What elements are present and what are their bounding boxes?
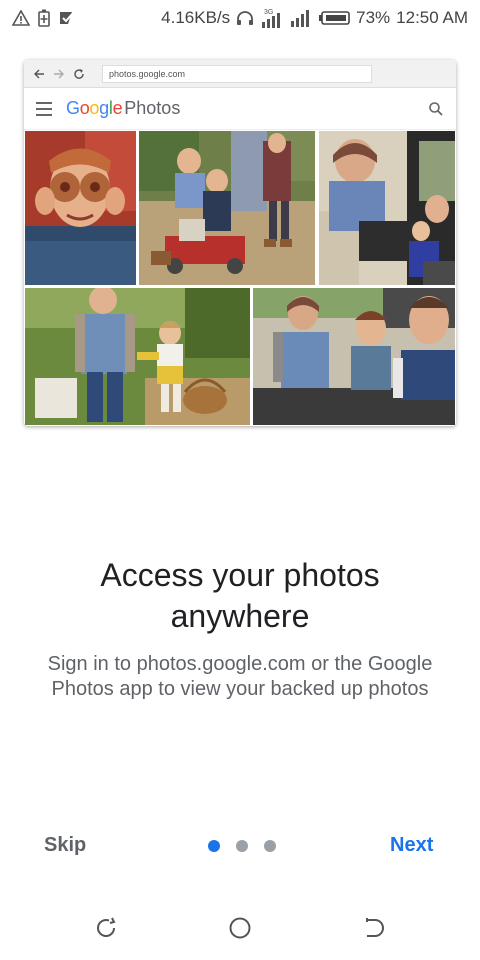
photo-boy-with-donuts — [25, 131, 136, 285]
warning-icon — [12, 10, 30, 26]
page-dot-2 — [236, 840, 248, 852]
google-letter: o — [79, 98, 90, 118]
photo-family-with-wagon — [139, 131, 315, 285]
next-button[interactable]: Next — [390, 834, 433, 857]
google-photos-logo: Google Photos — [66, 98, 180, 119]
status-bar: 4.16KB/s 3G 73% 12:50 AM — [0, 0, 480, 36]
hamburger-menu-icon — [36, 101, 52, 116]
url-bar: photos.google.com — [102, 64, 372, 83]
onboarding-subtitle: Sign in to photos.google.com or the Goog… — [47, 653, 433, 700]
home-icon[interactable] — [226, 914, 254, 942]
signal-3g-icon: 3G — [260, 7, 284, 29]
google-letter: g — [99, 98, 109, 118]
signal-icon — [290, 9, 312, 27]
back-icon[interactable] — [93, 914, 121, 942]
google-letter: G — [66, 98, 80, 118]
search-icon — [428, 101, 444, 117]
onboarding-title: Access your photos anywhere — [100, 557, 380, 634]
browser-illustration: photos.google.com Google Photos — [24, 60, 456, 426]
page-dot-3 — [264, 840, 276, 852]
battery-icon — [318, 10, 350, 26]
page-indicator — [208, 840, 276, 852]
headphones-icon — [236, 10, 254, 26]
check-icon — [58, 10, 76, 26]
google-wordmark: Google — [66, 98, 123, 119]
forward-arrow-icon — [52, 67, 66, 81]
network-type-label: 3G — [264, 9, 273, 16]
browser-toolbar: photos.google.com — [24, 60, 456, 88]
photos-app-header: Google Photos — [24, 88, 456, 130]
page-dot-1 — [208, 840, 220, 852]
photo-family-selfie-in-car — [253, 288, 455, 425]
google-letter: e — [112, 98, 123, 118]
google-letter: o — [89, 98, 100, 118]
photos-wordmark: Photos — [124, 98, 181, 118]
battery-percent: 73% — [356, 8, 391, 27]
photo-grid — [25, 131, 455, 425]
network-speed: 4.16KB/s — [161, 8, 231, 27]
recents-icon[interactable] — [359, 914, 387, 942]
skip-button[interactable]: Skip — [44, 834, 86, 857]
photo-grandma-in-car — [319, 131, 455, 285]
battery-saver-icon — [38, 9, 50, 27]
system-nav-bar — [0, 900, 480, 960]
reload-icon — [72, 67, 86, 81]
back-arrow-icon — [32, 67, 46, 81]
clock: 12:50 AM — [396, 8, 468, 27]
photo-parent-and-child-walking — [25, 288, 250, 425]
